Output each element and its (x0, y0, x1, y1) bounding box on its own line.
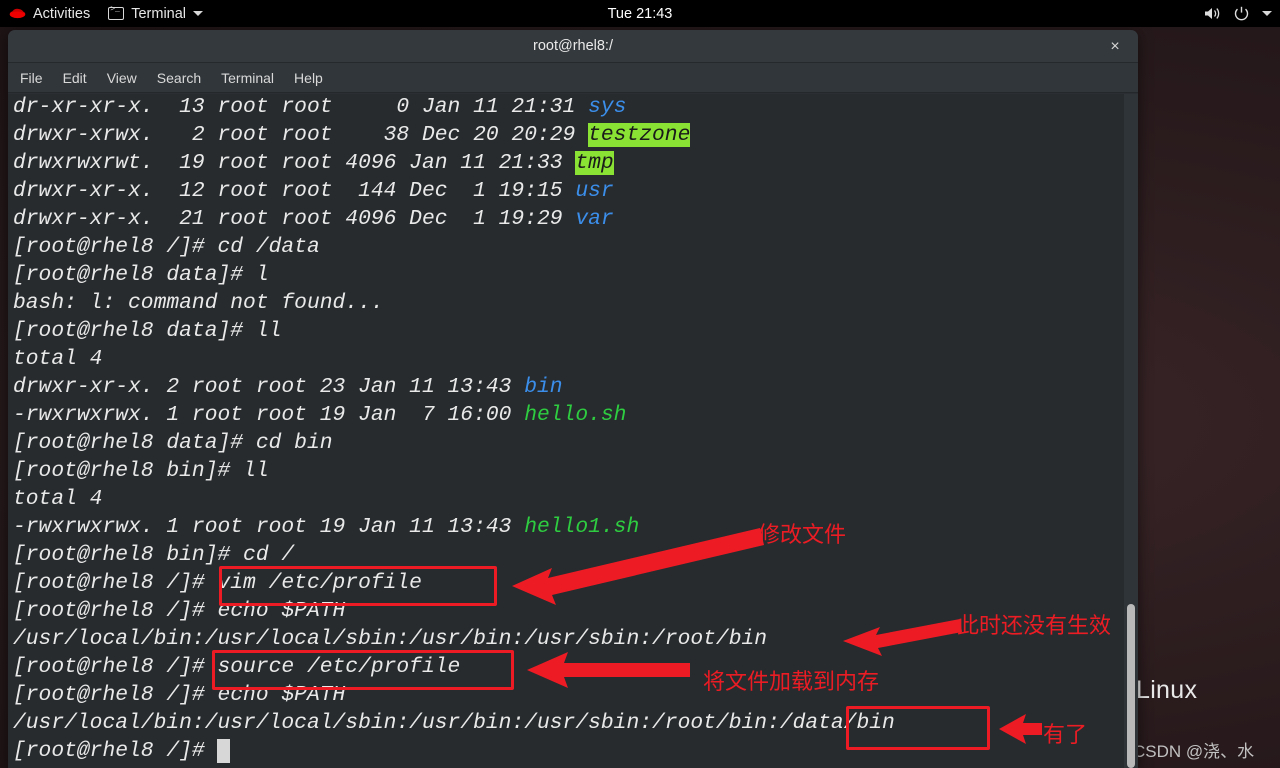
activities-button[interactable]: Activities (0, 0, 100, 27)
terminal-line-out-path-1: /usr/local/bin:/usr/local/sbin:/usr/bin:… (13, 625, 1138, 653)
terminal-line-cmd-l: [root@rhel8 data]# l (13, 261, 1138, 289)
terminal-span: sys (588, 95, 627, 119)
redhat-logo-icon (9, 8, 26, 19)
terminal-line-out-path-2: /usr/local/bin:/usr/local/sbin:/usr/bin:… (13, 709, 1138, 737)
terminal-span: tmp (575, 151, 614, 175)
terminal-span: usr (575, 179, 614, 203)
terminal-line-cmd-source: [root@rhel8 /]# source /etc/profile (13, 653, 1138, 681)
terminal-span: -rwxrwxrwx. 1 root root 19 Jan 11 13:43 (13, 515, 525, 539)
terminal-line-cmd-ll-bin: [root@rhel8 bin]# ll (13, 457, 1138, 485)
system-tray[interactable] (1204, 6, 1272, 21)
terminal-screen[interactable]: dr-xr-xr-x. 13 root root 0 Jan 11 21:31 … (8, 94, 1138, 768)
terminal-line-ls-sys: dr-xr-xr-x. 13 root root 0 Jan 11 21:31 … (13, 94, 1138, 121)
terminal-line-cmd-echo-1: [root@rhel8 /]# echo $PATH (13, 597, 1138, 625)
menu-item-search[interactable]: Search (157, 70, 201, 86)
terminal-span: hello.sh (524, 403, 627, 427)
terminal-line-out-total-1: total 4 (13, 345, 1138, 373)
terminal-line-cmd-cd-data: [root@rhel8 /]# cd /data (13, 233, 1138, 261)
tray-chevron-down-icon[interactable] (1262, 11, 1272, 16)
desktop-label: Linux (1136, 676, 1198, 704)
terminal-line-ls-hello1: -rwxrwxrwx. 1 root root 19 Jan 11 13:43 … (13, 513, 1138, 541)
terminal-span: /usr/local/bin:/usr/local/sbin:/usr/bin:… (13, 711, 895, 735)
terminal-span: [root@rhel8 data]# cd bin (13, 431, 333, 455)
terminal-span: dr-xr-xr-x. 13 root root 0 Jan 11 21:31 (13, 95, 589, 119)
terminal-span: drwxr-xr-x. 21 root root 4096 Dec 1 19:2… (13, 207, 576, 231)
terminal-window: root@rhel8:/ × File Edit View Search Termina… (8, 30, 1138, 768)
window-titlebar[interactable]: root@rhel8:/ × (8, 30, 1138, 63)
terminal-span: drwxr-xr-x. 2 root root 23 Jan 11 13:43 (13, 375, 525, 399)
terminal-span (217, 739, 231, 763)
terminal-span: total 4 (13, 487, 103, 511)
terminal-line-ls-hello: -rwxrwxrwx. 1 root root 19 Jan 7 16:00 h… (13, 401, 1138, 429)
menu-item-view[interactable]: View (107, 70, 137, 86)
terminal-span: -rwxrwxrwx. 1 root root 19 Jan 7 16:00 (13, 403, 525, 427)
terminal-span: total 4 (13, 347, 103, 371)
terminal-span: var (575, 207, 614, 231)
terminal-line-cmd-cd-root: [root@rhel8 bin]# cd / (13, 541, 1138, 569)
terminal-line-ls-var: drwxr-xr-x. 21 root root 4096 Dec 1 19:2… (13, 205, 1138, 233)
terminal-line-ls-testzone: drwxr-xrwx. 2 root root 38 Dec 20 20:29 … (13, 121, 1138, 149)
terminal-span: [root@rhel8 /]# (13, 739, 218, 763)
scrollbar-thumb[interactable] (1127, 604, 1135, 768)
terminal-line-ls-tmp: drwxrwxrwt. 19 root root 4096 Jan 11 21:… (13, 149, 1138, 177)
terminal-span: drwxr-xrwx. 2 root root 38 Dec 20 20:29 (13, 123, 589, 147)
terminal-line-cmd-vim: [root@rhel8 /]# vim /etc/profile (13, 569, 1138, 597)
csdn-watermark: CSDN @浇、水 (1133, 742, 1255, 761)
terminal-line-ls-usr: drwxr-xr-x. 12 root root 144 Dec 1 19:15… (13, 177, 1138, 205)
terminal-span: [root@rhel8 /]# source /etc/profile (13, 655, 461, 679)
chevron-down-icon (193, 11, 204, 16)
volume-icon (1205, 8, 1220, 19)
menu-bar: File Edit View Search Terminal Help (8, 63, 1138, 93)
menu-item-terminal[interactable]: Terminal (221, 70, 274, 86)
menu-item-file[interactable]: File (20, 70, 43, 86)
app-menu-label: Terminal (131, 5, 187, 22)
terminal-line-prompt-last: [root@rhel8 /]# (13, 737, 1138, 765)
terminal-icon (108, 5, 125, 20)
terminal-span: bin (524, 375, 563, 399)
terminal-line-cmd-ll-data: [root@rhel8 data]# ll (13, 317, 1138, 345)
terminal-line-cmd-cd-bin: [root@rhel8 data]# cd bin (13, 429, 1138, 457)
terminal-line-out-notfound: bash: l: command not found... (13, 289, 1138, 317)
power-icon (1234, 6, 1249, 21)
menu-item-edit[interactable]: Edit (63, 70, 87, 86)
terminal-line-ls-bin: drwxr-xr-x. 2 root root 23 Jan 11 13:43 … (13, 373, 1138, 401)
terminal-span: [root@rhel8 bin]# ll (13, 459, 269, 483)
terminal-span: [root@rhel8 /]# cd /data (13, 235, 320, 259)
terminal-span: hello1.sh (524, 515, 640, 539)
app-menu-button[interactable]: Terminal (100, 0, 211, 27)
activities-label: Activities (33, 5, 91, 22)
terminal-span: bash: l: command not found... (13, 291, 384, 315)
terminal-span: [root@rhel8 data]# ll (13, 319, 282, 343)
window-title: root@rhel8:/ (532, 38, 613, 54)
terminal-span: [root@rhel8 /]# vim /etc/profile (13, 571, 422, 595)
gnome-top-bar: Activities Terminal Tue 21:43 (0, 0, 1280, 27)
terminal-line-cmd-echo-2: [root@rhel8 /]# echo $PATH (13, 681, 1138, 709)
terminal-span: [root@rhel8 data]# l (13, 263, 269, 287)
terminal-span: drwxrwxrwt. 19 root root 4096 Jan 11 21:… (13, 151, 576, 175)
terminal-span: [root@rhel8 bin]# cd / (13, 543, 295, 567)
close-icon[interactable]: × (1092, 30, 1138, 63)
menu-item-help[interactable]: Help (294, 70, 323, 86)
terminal-output: dr-xr-xr-x. 13 root root 0 Jan 11 21:31 … (13, 94, 1138, 765)
terminal-span: drwxr-xr-x. 12 root root 144 Dec 1 19:15 (13, 179, 576, 203)
terminal-line-out-total-2: total 4 (13, 485, 1138, 513)
terminal-span: /usr/local/bin:/usr/local/sbin:/usr/bin:… (13, 627, 768, 651)
terminal-scrollbar[interactable] (1124, 94, 1138, 768)
terminal-span: [root@rhel8 /]# echo $PATH (13, 683, 346, 707)
terminal-span: testzone (588, 123, 691, 147)
terminal-span: [root@rhel8 /]# echo $PATH (13, 599, 346, 623)
